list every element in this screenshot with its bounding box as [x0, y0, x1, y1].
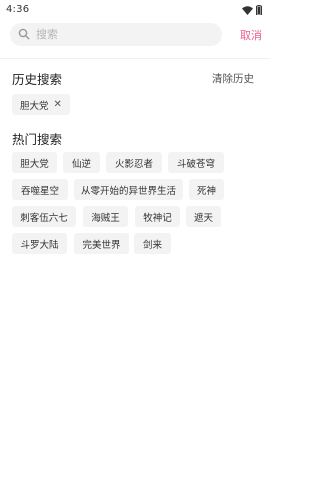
hot-chip[interactable]: 刺客伍六七: [12, 206, 76, 227]
search-input[interactable]: [36, 24, 206, 45]
hot-chip[interactable]: 仙逆: [63, 152, 100, 173]
status-time: 4:36: [6, 3, 30, 15]
search-icon: [18, 25, 30, 44]
history-title: 历史搜索: [12, 72, 63, 87]
clear-history-button[interactable]: 清除历史: [212, 71, 254, 86]
search-screen: 4:36 取消 历史搜索 清除历史 胆大党 ✕ 热门搜索 胆大党 仙逆 火影忍者…: [0, 0, 270, 480]
header-divider: [0, 58, 270, 59]
hot-chip[interactable]: 死神: [189, 179, 224, 200]
hot-chip[interactable]: 遮天: [186, 206, 221, 227]
hot-chip[interactable]: 完美世界: [74, 233, 129, 254]
wifi-icon: [242, 0, 253, 19]
hot-title: 热门搜索: [12, 132, 63, 147]
hot-chip[interactable]: 吞噬星空: [12, 179, 68, 200]
status-bar: 4:36: [0, 0, 270, 18]
search-box[interactable]: [10, 23, 222, 46]
history-chip[interactable]: 胆大党 ✕: [12, 94, 70, 115]
hot-chip[interactable]: 从零开始的异世界生活: [74, 179, 183, 200]
battery-icon: [256, 0, 262, 19]
history-chip-label: 胆大党: [20, 100, 49, 112]
hot-chip[interactable]: 海贼王: [83, 206, 128, 227]
hot-chip[interactable]: 斗破苍穹: [168, 152, 224, 173]
hot-chip[interactable]: 斗罗大陆: [12, 233, 67, 254]
hot-chip[interactable]: 火影忍者: [106, 152, 162, 173]
hot-chip[interactable]: 胆大党: [12, 152, 57, 173]
cancel-button[interactable]: 取消: [238, 27, 264, 43]
hot-chip[interactable]: 牧神记: [135, 206, 180, 227]
search-row: 取消: [10, 23, 264, 46]
hot-chip[interactable]: 剑来: [134, 233, 171, 254]
close-icon[interactable]: ✕: [54, 99, 62, 110]
status-icons: [242, 0, 262, 19]
